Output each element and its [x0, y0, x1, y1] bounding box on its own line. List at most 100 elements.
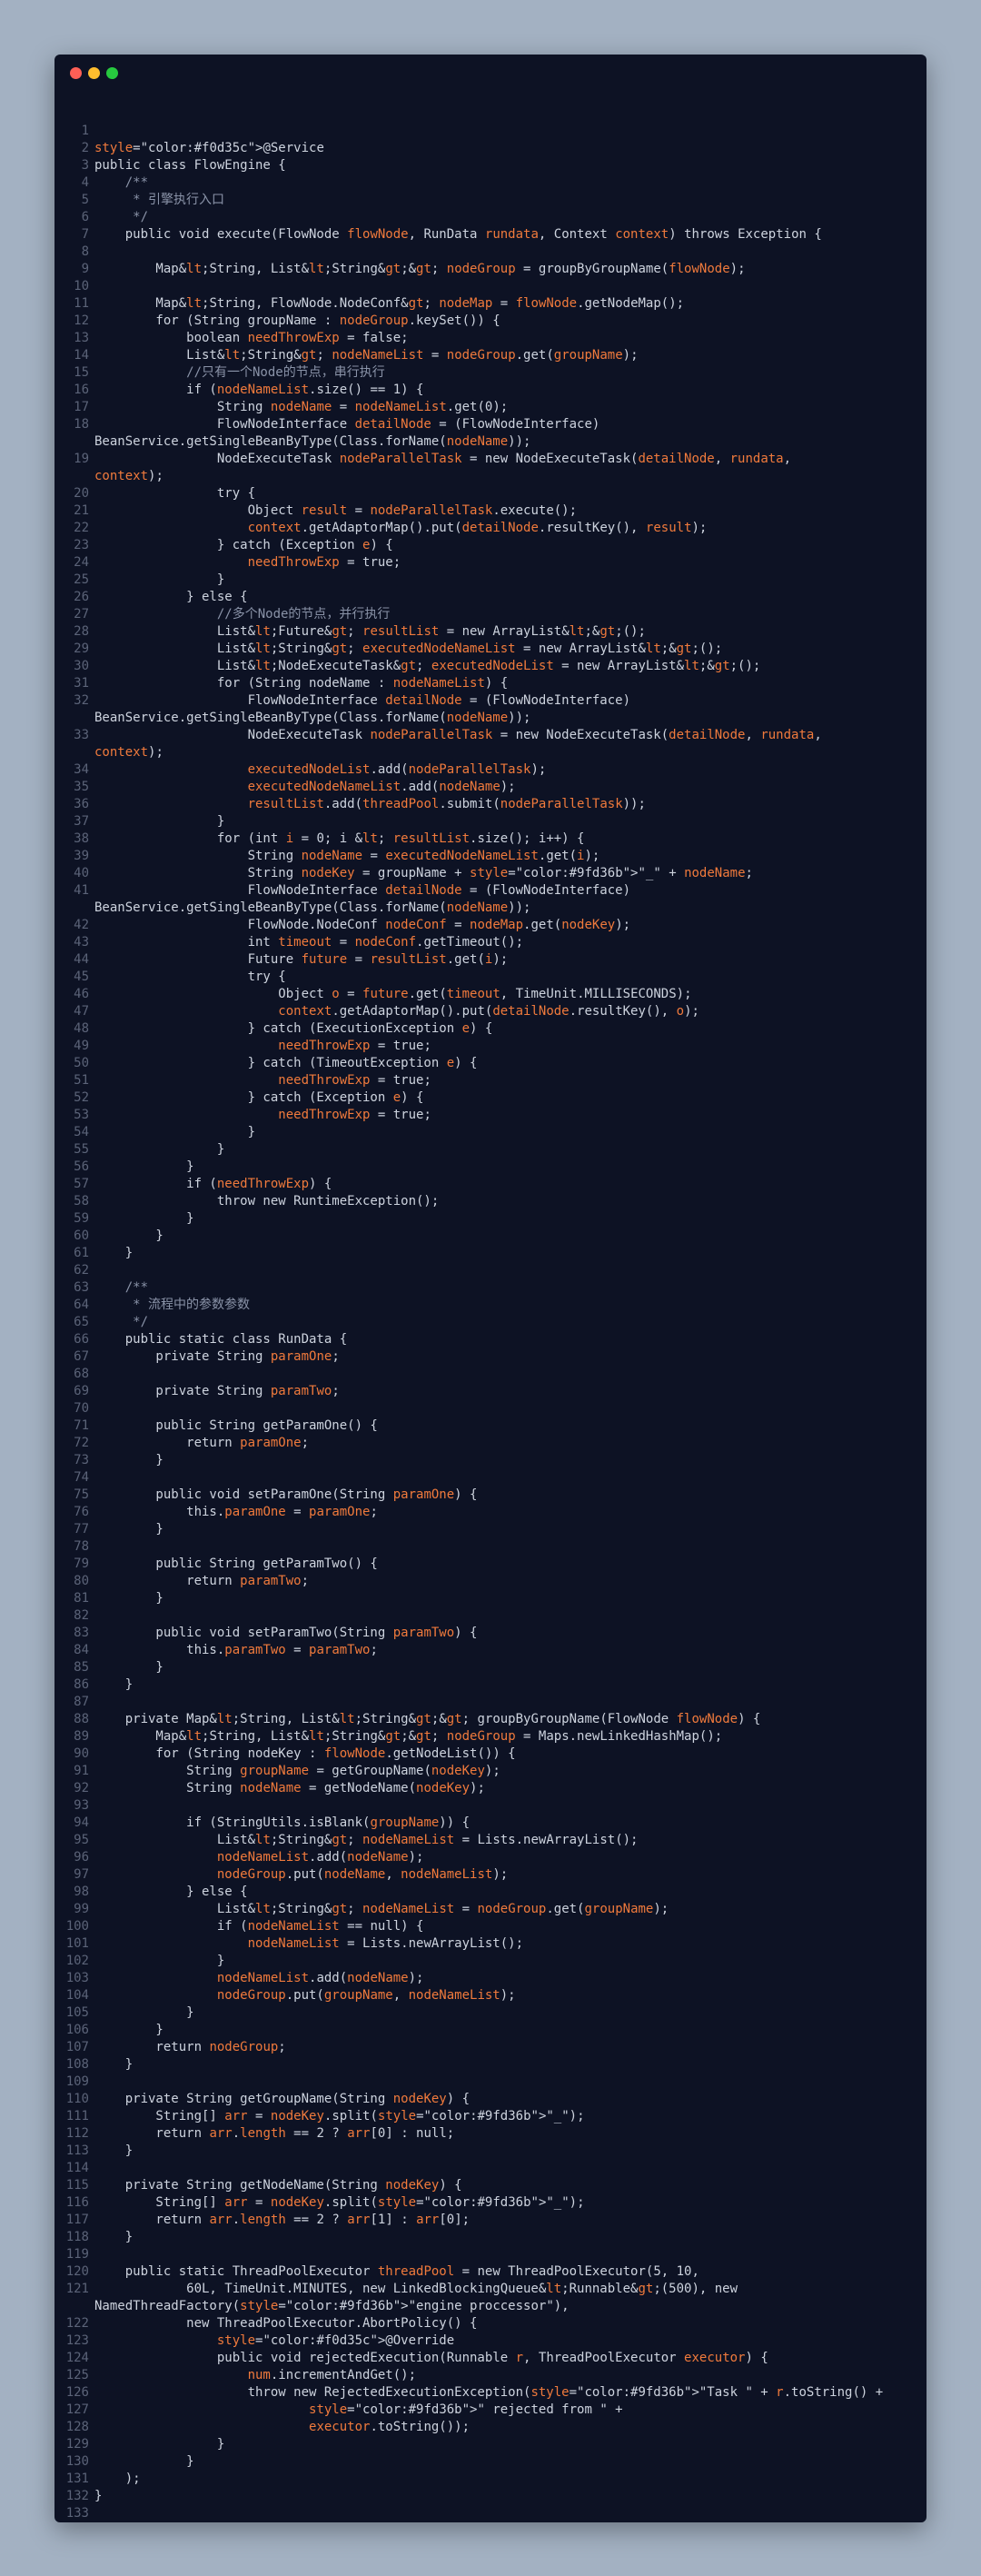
line-number: 94 — [74, 1815, 89, 1830]
line-number: 10 — [74, 279, 89, 293]
line-number: 126 — [65, 2385, 89, 2400]
line-text: if (needThrowExp) { — [94, 1177, 332, 1191]
code-line: 4 /** — [54, 174, 926, 192]
line-text: String nodeName = nodeNameList.get(0); — [94, 400, 509, 414]
line-text: FlowNodeInterface detailNode = (FlowNode… — [94, 693, 631, 708]
code-line: 55 } — [54, 1141, 926, 1159]
line-number: 43 — [74, 935, 89, 950]
line-text: private String getGroupName(String nodeK… — [94, 2092, 471, 2106]
line-number: 14 — [74, 348, 89, 363]
code-line: 31 for (String nodeName : nodeNameList) … — [54, 675, 926, 692]
line-number: 9 — [81, 262, 89, 276]
code-line: 8 — [54, 244, 926, 261]
line-text: public void rejectedExecution(Runnable r… — [94, 2351, 768, 2365]
code-line: BeanService.getSingleBeanByType(Class.fo… — [54, 433, 926, 451]
line-number: 30 — [74, 659, 89, 673]
line-text — [94, 1366, 926, 1383]
close-button[interactable] — [70, 67, 82, 79]
code-line: 113 } — [54, 2143, 926, 2160]
code-line: 6 */ — [54, 209, 926, 226]
line-text: public String getParamTwo() { — [94, 1557, 378, 1571]
code-line: 91 String groupName = getGroupName(nodeK… — [54, 1763, 926, 1780]
code-line: 57 if (needThrowExp) { — [54, 1176, 926, 1193]
line-text: context.getAdaptorMap().put(detailNode.r… — [278, 1004, 699, 1019]
line-number: 23 — [74, 538, 89, 552]
line-number: 32 — [74, 693, 89, 708]
code-line: 125 num.incrementAndGet(); — [54, 2367, 926, 2384]
code-line: 118 } — [54, 2229, 926, 2246]
code-line: 54 } — [54, 1124, 926, 1141]
line-number: 89 — [74, 1729, 89, 1744]
line-text: num.incrementAndGet(); — [247, 2368, 417, 2382]
line-number: 21 — [74, 503, 89, 518]
code-line: 59 } — [54, 1210, 926, 1228]
line-number: 52 — [74, 1090, 89, 1105]
line-number: 77 — [74, 1522, 89, 1537]
line-text: BeanService.getSingleBeanByType(Class.fo… — [94, 434, 531, 449]
code-line: 36 resultList.add(threadPool.submit(node… — [54, 796, 926, 813]
line-text: FlowNodeInterface detailNode = (FlowNode… — [94, 883, 631, 898]
line-text: return paramOne; — [94, 1436, 310, 1450]
line-number: 125 — [65, 2368, 89, 2382]
line-text: } — [94, 1246, 134, 1260]
maximize-button[interactable] — [106, 67, 118, 79]
line-text — [94, 1262, 926, 1279]
code-line: 85 } — [54, 1659, 926, 1676]
line-text: NodeExecuteTask nodeParallelTask = new N… — [94, 452, 792, 466]
code-line: 87 — [54, 1694, 926, 1711]
line-number: 46 — [74, 987, 89, 1001]
line-text: executor.toString()); — [309, 2420, 471, 2434]
minimize-button[interactable] — [88, 67, 100, 79]
code-line: 56 } — [54, 1159, 926, 1176]
code-line: 131 ); — [54, 2471, 926, 2488]
line-number: 71 — [74, 1418, 89, 1433]
line-number — [54, 710, 94, 727]
line-number: 7 — [81, 227, 89, 242]
code-line: 95 List&lt;String&gt; nodeNameList = Lis… — [54, 1832, 926, 1849]
line-number: 20 — [74, 486, 89, 501]
code-line: 75 public void setParamOne(String paramO… — [54, 1487, 926, 1504]
line-text: context.getAdaptorMap().put(detailNode.r… — [247, 521, 708, 535]
line-number: 51 — [74, 1073, 89, 1088]
code-line: 49 needThrowExp = true; — [54, 1038, 926, 1055]
code-line: 110 private String getGroupName(String n… — [54, 2091, 926, 2108]
line-number: 34 — [74, 762, 89, 777]
code-line: 66 public static class RunData { — [54, 1331, 926, 1348]
code-line: 53 needThrowExp = true; — [54, 1107, 926, 1124]
window-titlebar — [54, 55, 926, 91]
line-text: new ThreadPoolExecutor.AbortPolicy() { — [94, 2316, 478, 2331]
line-text: resultList.add(threadPool.submit(nodePar… — [247, 797, 646, 811]
line-number: 133 — [65, 2506, 89, 2521]
line-text: List&lt;NodeExecuteTask&gt; executedNode… — [94, 659, 761, 673]
line-text: } — [94, 572, 225, 587]
line-text: 60L, TimeUnit.MINUTES, new LinkedBlockin… — [94, 2282, 738, 2296]
line-number: 48 — [74, 1021, 89, 1036]
line-number: 121 — [65, 2282, 89, 2296]
line-number: 100 — [65, 1919, 89, 1934]
line-text: //只有一个Node的节点，串行执行 — [94, 365, 385, 380]
code-line: BeanService.getSingleBeanByType(Class.fo… — [54, 710, 926, 727]
line-number: 18 — [74, 417, 89, 432]
code-line: 116 String[] arr = nodeKey.split(style="… — [54, 2194, 926, 2212]
line-text: return arr.length == 2 ? arr[1] : arr[0]… — [94, 2213, 471, 2227]
line-number: 80 — [74, 1574, 89, 1588]
line-number: 107 — [65, 2040, 89, 2054]
line-number: 78 — [74, 1539, 89, 1554]
line-text: needThrowExp = true; — [278, 1039, 431, 1053]
line-number: 86 — [74, 1677, 89, 1692]
code-line: 17 String nodeName = nodeNameList.get(0)… — [54, 399, 926, 416]
line-number: 5 — [81, 193, 89, 207]
code-line: 74 — [54, 1469, 926, 1487]
line-number: 122 — [65, 2316, 89, 2331]
line-text: private String paramTwo; — [94, 1384, 340, 1398]
line-text: this.paramOne = paramOne; — [94, 1505, 378, 1519]
code-line: 29 List&lt;String&gt; executedNodeNameLi… — [54, 641, 926, 658]
line-number: 54 — [74, 1125, 89, 1139]
code-line: 15 //只有一个Node的节点，串行执行 — [54, 364, 926, 382]
line-text: } catch (Exception e) { — [94, 1090, 424, 1105]
line-number — [54, 468, 94, 485]
line-number: 118 — [65, 2230, 89, 2244]
code-line: 60 } — [54, 1228, 926, 1245]
code-line: 14 List&lt;String&gt; nodeNameList = nod… — [54, 347, 926, 364]
line-number: 36 — [74, 797, 89, 811]
